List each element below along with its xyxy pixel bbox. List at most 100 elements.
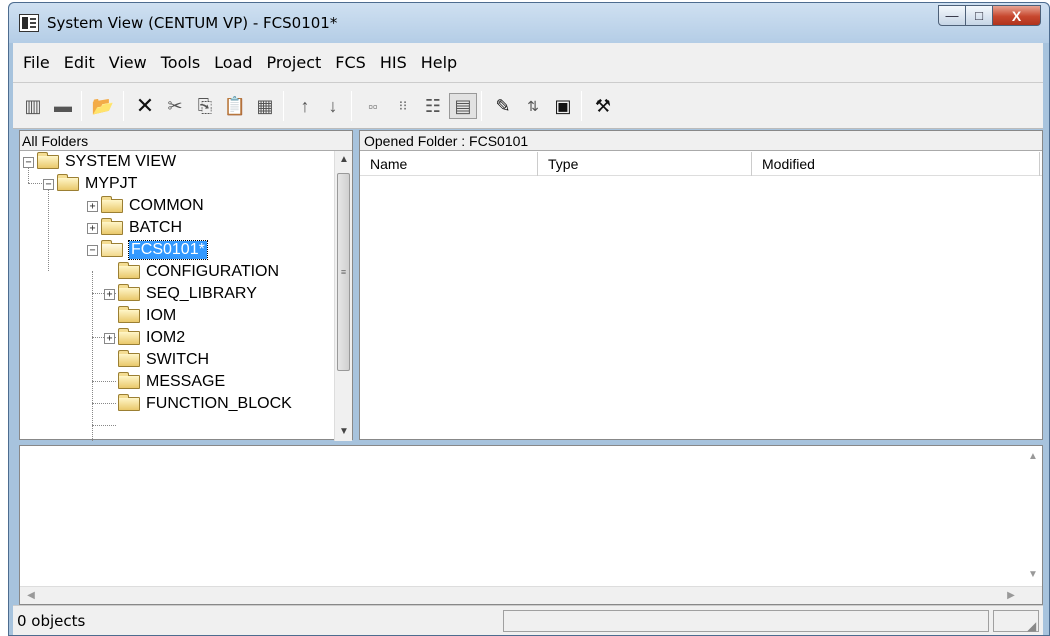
expand-icon[interactable]: +: [87, 200, 98, 212]
window-title: System View (CENTUM VP) - FCS0101*: [47, 14, 338, 32]
tree-item-mypjt[interactable]: − MYPJT: [43, 173, 137, 195]
tree-item-fcs0101[interactable]: − FCS0101*: [87, 239, 208, 261]
column-headers: Name Type Modified: [360, 152, 1042, 176]
tree-line: [92, 381, 116, 382]
properties-icon[interactable]: ▦: [251, 93, 279, 119]
tree-item-seq-library[interactable]: + SEQ_LIBRARY: [104, 283, 257, 305]
sort-icon[interactable]: ⇅: [519, 93, 547, 119]
scroll-down-icon[interactable]: ▼: [1024, 566, 1042, 584]
menu-his[interactable]: HIS: [380, 53, 407, 72]
tree-item-switch[interactable]: SWITCH: [118, 349, 209, 371]
expand-icon[interactable]: +: [104, 288, 115, 300]
menu-help[interactable]: Help: [421, 53, 457, 72]
folder-tree-pane: All Folders − SYSTEM VIEW − MYPJT + COMM…: [19, 130, 353, 441]
tree-vertical-scrollbar[interactable]: ▲ ≡ ▼: [334, 151, 352, 441]
toolbar-separator: [481, 91, 482, 121]
small-icons-icon[interactable]: ⁝⁝: [389, 93, 417, 119]
delete-icon[interactable]: ✕: [131, 93, 159, 119]
builder-icon[interactable]: ▣: [549, 93, 577, 119]
tree-line: [48, 183, 49, 271]
collapse-icon[interactable]: −: [43, 178, 54, 190]
column-type[interactable]: Type: [538, 152, 752, 176]
menu-load[interactable]: Load: [214, 53, 252, 72]
menu-edit[interactable]: Edit: [64, 53, 95, 72]
tree-item-label: BATCH: [129, 219, 183, 236]
scroll-left-icon[interactable]: ◀: [22, 587, 40, 605]
large-icons-icon[interactable]: ▫▫: [359, 93, 387, 119]
folder-icon: [118, 306, 140, 323]
minimize-button[interactable]: —: [938, 5, 966, 26]
menu-project[interactable]: Project: [267, 53, 322, 72]
tree-item-label: COMMON: [129, 197, 204, 214]
folder-icon: [118, 328, 140, 345]
app-icon[interactable]: [19, 14, 39, 32]
view-icon[interactable]: ▬: [49, 93, 77, 119]
menu-fcs[interactable]: FCS: [335, 53, 366, 72]
tree-item-label: MESSAGE: [146, 373, 226, 390]
folder-icon: [101, 218, 123, 235]
menu-view[interactable]: View: [109, 53, 147, 72]
column-name[interactable]: Name: [360, 152, 538, 176]
toolbar-separator: [581, 91, 582, 121]
tree-item-system-view[interactable]: − SYSTEM VIEW: [23, 151, 176, 173]
tree-item-batch[interactable]: + BATCH: [87, 217, 182, 239]
message-horizontal-scrollbar[interactable]: ◀ ▶: [20, 586, 1042, 604]
copy-icon[interactable]: ⎘: [191, 93, 219, 119]
folder-icon: [101, 196, 123, 213]
tree-item-iom2[interactable]: + IOM2: [104, 327, 185, 349]
down-arrow-icon[interactable]: ↓: [319, 93, 347, 119]
details-icon[interactable]: ▤: [449, 93, 477, 119]
tree-item-iom[interactable]: IOM: [118, 305, 176, 327]
scroll-down-icon[interactable]: ▼: [335, 423, 353, 441]
up-arrow-icon[interactable]: ↑: [291, 93, 319, 119]
folder-contents-pane: Opened Folder : FCS0101 Name Type Modifi…: [359, 130, 1043, 440]
text-icon[interactable]: ▥: [19, 93, 47, 119]
menu-bar: File Edit View Tools Load Project FCS HI…: [13, 43, 1043, 83]
scroll-right-icon[interactable]: ▶: [1002, 587, 1020, 605]
column-modified[interactable]: Modified: [752, 152, 1040, 176]
maximize-button[interactable]: □: [966, 5, 993, 26]
tree-item-label: FCS0101*: [128, 240, 208, 260]
tree-item-message[interactable]: MESSAGE: [118, 371, 225, 393]
folder-tree-header: All Folders: [20, 131, 352, 151]
expand-icon[interactable]: +: [104, 332, 115, 344]
resize-grip-icon[interactable]: ◢: [1027, 619, 1041, 633]
collapse-icon[interactable]: −: [23, 156, 34, 168]
status-panel: [503, 610, 989, 632]
tree-line: [92, 271, 93, 441]
cut-icon[interactable]: ✂: [161, 93, 189, 119]
tree-item-label: SWITCH: [146, 351, 210, 368]
open-folder-icon[interactable]: 📂: [89, 93, 117, 119]
status-bar: 0 objects ◢: [13, 605, 1043, 635]
tool-icon[interactable]: ⚒: [589, 93, 617, 119]
scroll-thumb[interactable]: ≡: [337, 173, 350, 371]
message-vertical-scrollbar[interactable]: ▲ ▼: [1024, 446, 1042, 586]
tree-line: [92, 425, 116, 426]
tree-item-label: FUNCTION_BLOCK: [146, 395, 292, 412]
scroll-up-icon[interactable]: ▲: [1024, 448, 1042, 466]
scroll-up-icon[interactable]: ▲: [335, 151, 353, 169]
open-folder-icon: [101, 240, 123, 257]
folder-icon: [118, 284, 140, 301]
menu-file[interactable]: File: [23, 53, 50, 72]
tree-line: [92, 403, 116, 404]
menu-tools[interactable]: Tools: [161, 53, 200, 72]
tree-item-label: MYPJT: [85, 175, 138, 192]
paste-icon[interactable]: 📋: [221, 93, 249, 119]
close-button[interactable]: X: [993, 5, 1041, 26]
folder-tree: − SYSTEM VIEW − MYPJT + COMMON + BATCH −: [20, 151, 334, 441]
expand-icon[interactable]: +: [87, 222, 98, 234]
window-controls: — □ X: [938, 5, 1041, 27]
tree-item-label: SEQ_LIBRARY: [146, 285, 257, 302]
tree-item-configuration[interactable]: CONFIGURATION: [118, 261, 279, 283]
tree-item-function-block[interactable]: FUNCTION_BLOCK: [118, 393, 292, 415]
collapse-icon[interactable]: −: [87, 244, 98, 256]
tree-item-label: IOM2: [146, 329, 186, 346]
status-text: 0 objects: [17, 612, 86, 630]
tree-item-label: SYSTEM VIEW: [65, 153, 177, 170]
edit-icon[interactable]: ✎: [489, 93, 517, 119]
title-bar[interactable]: System View (CENTUM VP) - FCS0101* — □ X: [9, 3, 1049, 43]
list-icon[interactable]: ☷: [419, 93, 447, 119]
message-pane: ▲ ▼ ◀ ▶: [19, 445, 1043, 605]
tree-item-common[interactable]: + COMMON: [87, 195, 204, 217]
